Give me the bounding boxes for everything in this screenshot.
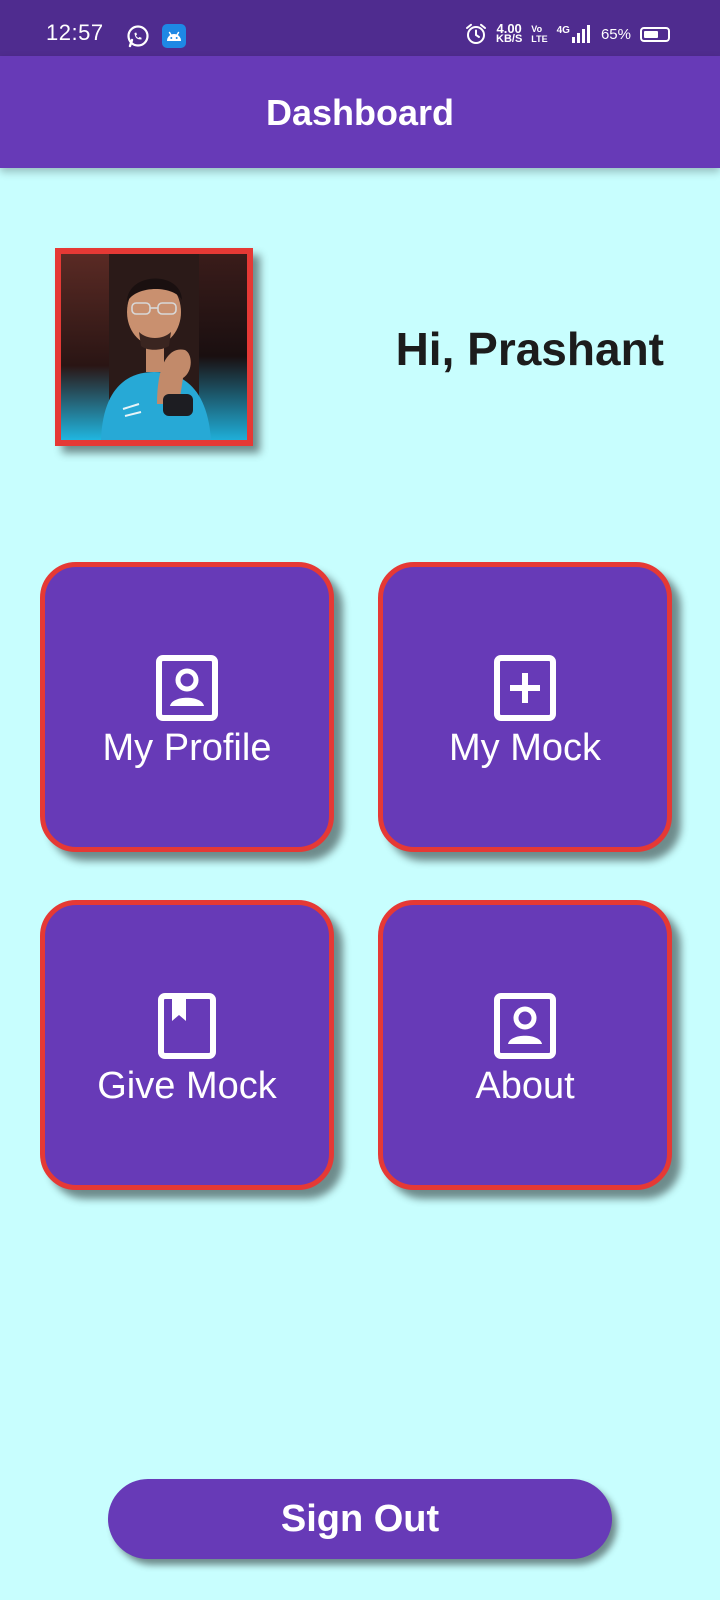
whatsapp-icon <box>127 25 149 48</box>
app-bar: Dashboard <box>0 56 720 168</box>
my-mock-tile[interactable]: My Mock <box>378 562 672 852</box>
battery-icon <box>640 26 670 42</box>
about-label: About <box>475 1065 575 1107</box>
status-bar: 12:57 4.00 KB/S Vo LTE 4G 65% <box>0 0 720 56</box>
volte-indicator: Vo LTE <box>531 24 547 44</box>
my-profile-tile[interactable]: My Profile <box>40 562 334 852</box>
battery-level <box>644 30 658 38</box>
volte-bottom-label: LTE <box>531 34 548 44</box>
profile-card-icon <box>494 993 556 1059</box>
give-mock-tile[interactable]: Give Mock <box>40 900 334 1190</box>
network-speed: 4.00 KB/S <box>496 22 523 45</box>
my-profile-label: My Profile <box>102 727 272 769</box>
sign-out-button[interactable]: Sign Out <box>108 1479 612 1559</box>
notification-icons <box>126 24 186 48</box>
signal-icon <box>571 25 590 43</box>
volte-top-label: Vo <box>531 24 543 34</box>
status-time: 12:57 <box>46 20 104 45</box>
page-title: Dashboard <box>265 92 455 133</box>
add-box-icon <box>494 655 556 721</box>
avatar <box>55 248 253 446</box>
bookmark-book-icon <box>158 993 216 1059</box>
profile-card-icon <box>156 655 218 721</box>
signal-indicator: 4G <box>557 25 592 43</box>
android-icon <box>162 24 186 48</box>
system-status-icons: 4.00 KB/S Vo LTE 4G 65% <box>465 22 670 45</box>
battery-percent: 65% <box>600 25 631 43</box>
about-tile[interactable]: About <box>378 900 672 1190</box>
alarm-icon <box>466 23 486 44</box>
give-mock-label: Give Mock <box>97 1065 277 1107</box>
network-type-label: 4G <box>556 25 570 36</box>
network-speed-unit: KB/S <box>496 33 523 45</box>
greeting-text: Hi, Prashant <box>395 323 664 375</box>
my-mock-label: My Mock <box>449 727 601 769</box>
profile-photo <box>61 254 247 440</box>
